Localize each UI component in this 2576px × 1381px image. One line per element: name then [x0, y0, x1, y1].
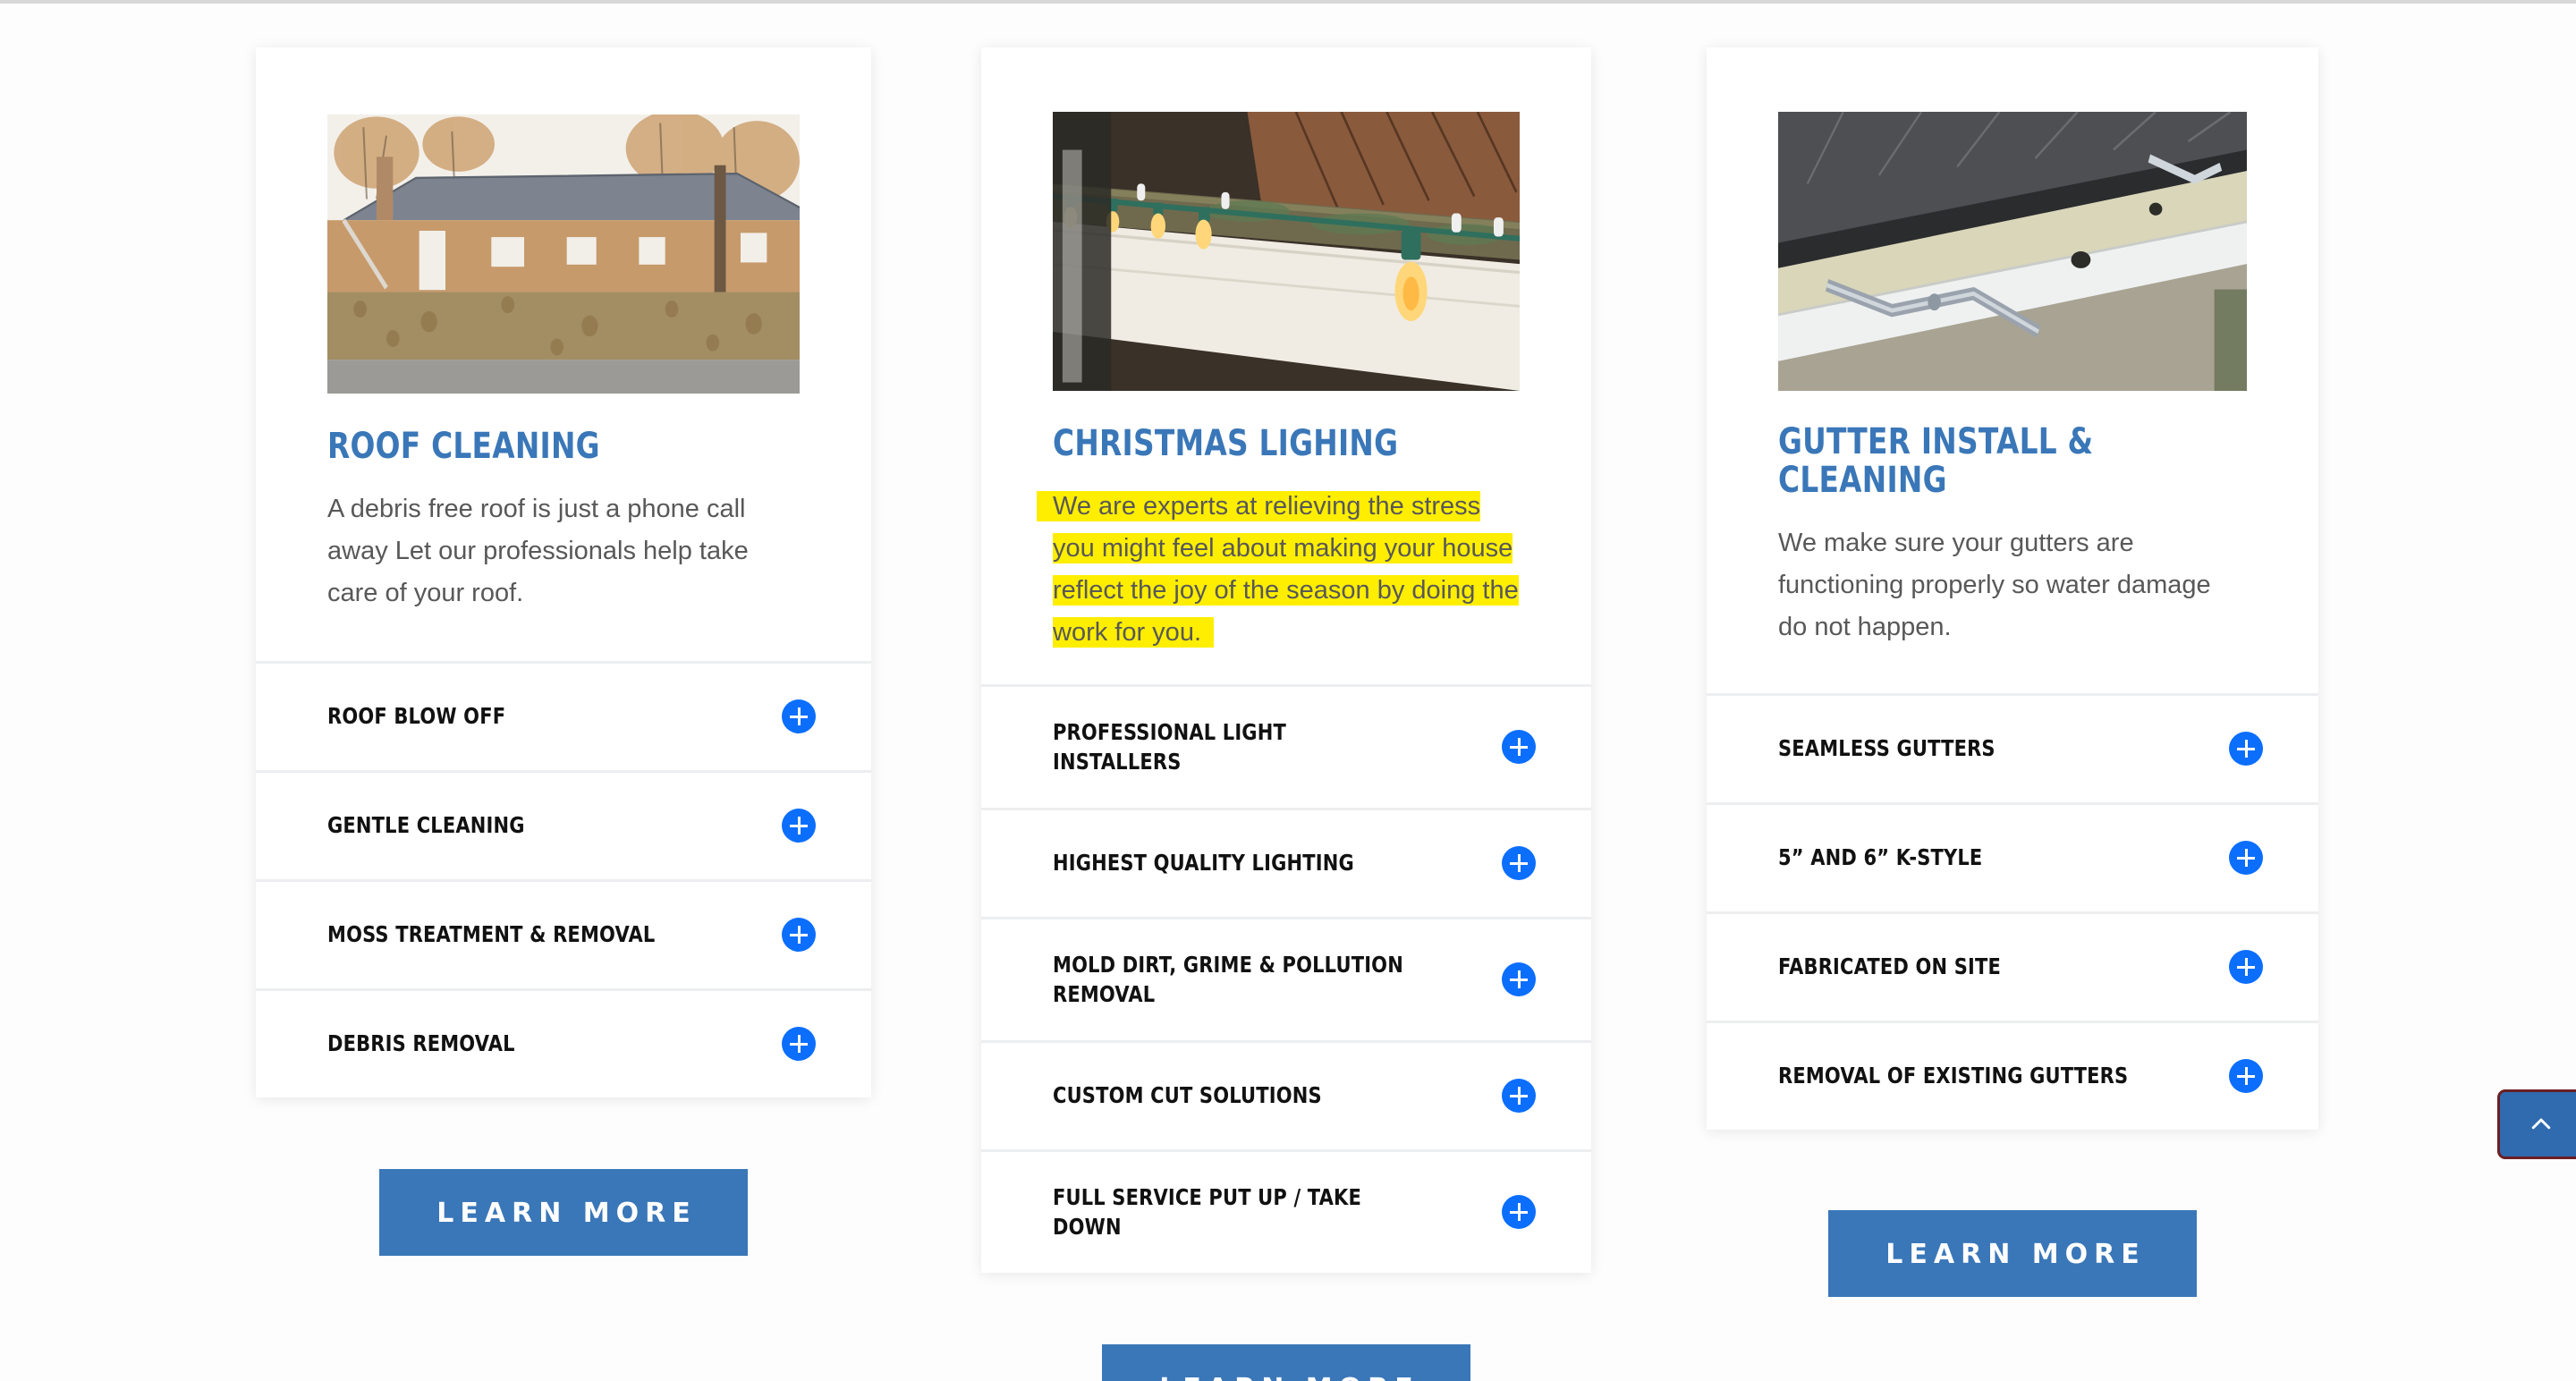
accordion-item-label: SEAMLESS GUTTERS — [1778, 735, 1996, 762]
accordion-item[interactable]: HIGHEST QUALITY LIGHTING — [981, 807, 1591, 917]
accordion-item-label: FULL SERVICE PUT UP / TAKE DOWN — [1053, 1183, 1362, 1241]
card-text: ROOF CLEANING A debris free roof is just… — [256, 394, 871, 614]
plus-icon[interactable] — [2229, 732, 2263, 766]
plus-icon[interactable] — [782, 1027, 816, 1062]
accordion-item[interactable]: 5” AND 6” K-STYLE — [1707, 801, 2318, 911]
learn-more-button[interactable]: LEARN MORE — [1102, 1343, 1470, 1381]
accordion-item-label: DEBRIS REMOVAL — [327, 1030, 515, 1057]
service-description: A debris free roof is just a phone call … — [327, 494, 749, 607]
service-accordion: ROOF BLOW OFF GENTLE CLEANING MOSS TREAT… — [256, 660, 871, 1097]
accordion-item[interactable]: PROFESSIONAL LIGHT INSTALLERS — [981, 683, 1591, 808]
service-column-christmas-lighting: CHRISTMAS LIGHING We are experts at reli… — [981, 47, 1591, 1381]
header-spacer — [256, 614, 871, 661]
plus-icon[interactable] — [782, 699, 816, 734]
service-card: ROOF CLEANING A debris free roof is just… — [256, 47, 871, 1097]
accordion-item-label: MOLD DIRT, GRIME & POLLUTION REMOVAL — [1053, 951, 1403, 1008]
plus-icon[interactable] — [1502, 962, 1536, 997]
card-text: CHRISTMAS LIGHING We are experts at reli… — [981, 391, 1591, 654]
service-card: CHRISTMAS LIGHING We are experts at reli… — [981, 47, 1591, 1273]
accordion-item[interactable]: FULL SERVICE PUT UP / TAKE DOWN — [981, 1148, 1591, 1273]
service-card: GUTTER INSTALL & CLEANING We make sure y… — [1707, 47, 2318, 1130]
roof-cleaning-photo — [327, 114, 800, 394]
accordion-item-label: GENTLE CLEANING — [327, 812, 525, 839]
chevron-up-icon — [2531, 1118, 2551, 1130]
service-column-roof-cleaning: ROOF CLEANING A debris free roof is just… — [256, 47, 871, 1256]
accordion-item[interactable]: FABRICATED ON SITE — [1707, 911, 2318, 1021]
accordion-item-label: REMOVAL OF EXISTING GUTTERS — [1778, 1063, 2129, 1089]
plus-icon[interactable] — [1502, 846, 1536, 881]
accordion-item-label: ROOF BLOW OFF — [327, 703, 506, 730]
service-description: We are experts at relieving the stress y… — [1053, 490, 1519, 648]
plus-icon[interactable] — [782, 809, 816, 843]
service-accordion: PROFESSIONAL LIGHT INSTALLERS HIGHEST QU… — [981, 683, 1591, 1273]
accordion-item[interactable]: MOSS TREATMENT & REMOVAL — [256, 878, 871, 988]
plus-icon[interactable] — [2229, 841, 2263, 875]
service-title: CHRISTMAS LIGHING — [1053, 423, 1399, 464]
service-accordion: SEAMLESS GUTTERS 5” AND 6” K-STYLE FABRI… — [1707, 692, 2318, 1130]
accordion-item[interactable]: CUSTOM CUT SOLUTIONS — [981, 1039, 1591, 1149]
cta-wrapper: LEARN MORE — [1707, 1209, 2318, 1297]
back-to-top-button[interactable] — [2497, 1089, 2576, 1159]
plus-icon[interactable] — [2229, 1059, 2263, 1093]
accordion-item[interactable]: DEBRIS REMOVAL — [256, 987, 871, 1097]
accordion-item-label: CUSTOM CUT SOLUTIONS — [1053, 1082, 1322, 1109]
accordion-item-label: 5” AND 6” K-STYLE — [1778, 844, 1983, 871]
header-spacer — [1707, 648, 2318, 693]
learn-more-button[interactable]: LEARN MORE — [379, 1168, 748, 1256]
gutter-photo — [1778, 112, 2247, 391]
accordion-item[interactable]: MOLD DIRT, GRIME & POLLUTION REMOVAL — [981, 916, 1591, 1040]
thumbnail-wrapper — [981, 47, 1591, 391]
plus-icon[interactable] — [2229, 950, 2263, 984]
header-spacer — [981, 654, 1591, 684]
card-header: CHRISTMAS LIGHING We are experts at reli… — [981, 47, 1591, 684]
card-header: ROOF CLEANING A debris free roof is just… — [256, 47, 871, 661]
cta-wrapper: LEARN MORE — [256, 1168, 871, 1256]
thumbnail-wrapper — [1707, 47, 2318, 391]
accordion-item-label: FABRICATED ON SITE — [1778, 953, 2002, 980]
service-title: GUTTER INSTALL & CLEANING — [1778, 421, 2094, 501]
card-header: GUTTER INSTALL & CLEANING We make sure y… — [1707, 47, 2318, 693]
service-title: ROOF CLEANING — [327, 426, 600, 467]
services-page: ROOF CLEANING A debris free roof is just… — [0, 0, 2576, 1381]
service-column-gutter-install-cleaning: GUTTER INSTALL & CLEANING We make sure y… — [1707, 47, 2318, 1297]
plus-icon[interactable] — [1502, 730, 1536, 765]
accordion-item-label: HIGHEST QUALITY LIGHTING — [1053, 850, 1354, 877]
plus-icon[interactable] — [1502, 1195, 1536, 1230]
plus-icon[interactable] — [782, 918, 816, 953]
accordion-item[interactable]: GENTLE CLEANING — [256, 769, 871, 879]
card-text: GUTTER INSTALL & CLEANING We make sure y… — [1707, 391, 2318, 648]
christmas-lighting-photo — [1053, 112, 1520, 391]
service-columns: ROOF CLEANING A debris free roof is just… — [0, 0, 2576, 1381]
accordion-item[interactable]: SEAMLESS GUTTERS — [1707, 692, 2318, 802]
thumbnail-wrapper — [256, 47, 871, 394]
accordion-item[interactable]: REMOVAL OF EXISTING GUTTERS — [1707, 1020, 2318, 1130]
service-description: We make sure your gutters are functionin… — [1778, 528, 2211, 641]
learn-more-button[interactable]: LEARN MORE — [1828, 1209, 2197, 1297]
cta-wrapper: LEARN MORE — [981, 1343, 1591, 1381]
description-wrapper: We are experts at relieving the stress y… — [1053, 486, 1520, 654]
accordion-item-label: MOSS TREATMENT & REMOVAL — [327, 921, 656, 948]
accordion-item-label: PROFESSIONAL LIGHT INSTALLERS — [1053, 718, 1286, 775]
plus-icon[interactable] — [1502, 1079, 1536, 1114]
accordion-item[interactable]: ROOF BLOW OFF — [256, 660, 871, 770]
